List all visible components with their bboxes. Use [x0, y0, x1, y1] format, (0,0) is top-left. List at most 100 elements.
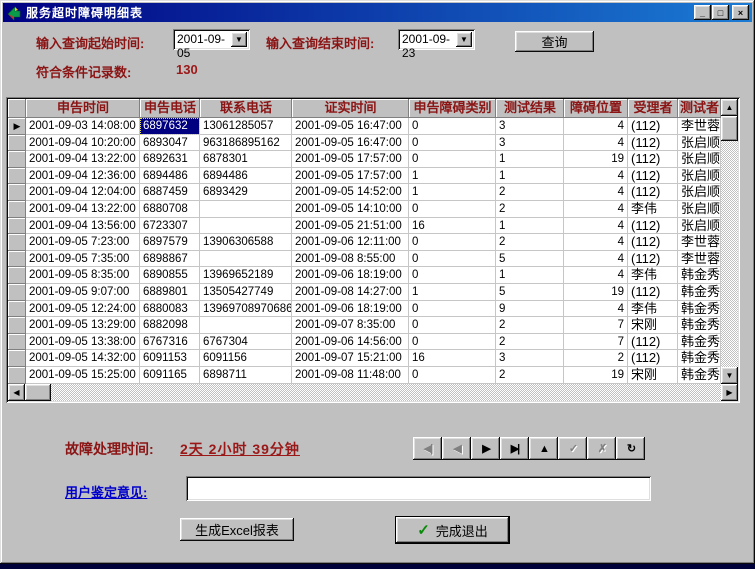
grid-cell[interactable]: 13505427749: [200, 284, 292, 301]
scroll-up-button[interactable]: ▲: [721, 99, 738, 116]
grid-cell[interactable]: 2001-09-06 18:19:00: [292, 267, 409, 284]
grid-cell[interactable]: 2001-09-05 17:57:00: [292, 151, 409, 168]
refresh-records-button[interactable]: ↻: [616, 437, 645, 460]
grid-cell[interactable]: 韩金秀: [678, 350, 721, 367]
grid-cell[interactable]: (112): [628, 184, 678, 201]
column-header[interactable]: 联系电话: [200, 99, 292, 118]
grid-cell[interactable]: 6091156: [200, 350, 292, 367]
grid-cell[interactable]: 4: [564, 234, 628, 251]
grid-cell[interactable]: 6890855: [140, 267, 200, 284]
grid-cell[interactable]: (112): [628, 151, 678, 168]
grid-cell[interactable]: 0: [409, 334, 496, 351]
grid-cell[interactable]: 0: [409, 234, 496, 251]
end-date-combobox[interactable]: 2001-09-23 ▼: [398, 29, 475, 50]
grid-cell[interactable]: 李伟: [628, 201, 678, 218]
row-indicator[interactable]: [8, 301, 26, 318]
grid-cell[interactable]: 2001-09-05 14:10:00: [292, 201, 409, 218]
grid-cell[interactable]: 5: [496, 251, 564, 268]
grid-cell[interactable]: 1: [496, 218, 564, 235]
horizontal-scrollbar[interactable]: ◀ ▶: [8, 384, 738, 401]
start-date-dropdown-button[interactable]: ▼: [231, 32, 247, 47]
column-header[interactable]: 申告障碍类别: [409, 99, 496, 118]
grid-cell[interactable]: 张启顺: [678, 201, 721, 218]
maximize-button[interactable]: □: [712, 5, 729, 20]
grid-cell[interactable]: 李世蓉: [678, 251, 721, 268]
grid-cell[interactable]: 0: [409, 317, 496, 334]
post-edit-button[interactable]: ✓: [558, 437, 587, 460]
grid-cell[interactable]: 2: [496, 201, 564, 218]
row-indicator[interactable]: [8, 284, 26, 301]
last-record-button[interactable]: ▶|: [500, 437, 529, 460]
grid-cell[interactable]: 7: [564, 334, 628, 351]
grid-cell[interactable]: 1: [496, 151, 564, 168]
grid-cell[interactable]: 韩金秀: [678, 267, 721, 284]
grid-cell[interactable]: 139697089706866: [200, 301, 292, 318]
grid-cell[interactable]: 6892631: [140, 151, 200, 168]
grid-cell[interactable]: 宋刚: [628, 317, 678, 334]
grid-cell[interactable]: 6767316: [140, 334, 200, 351]
row-indicator[interactable]: [8, 218, 26, 235]
scroll-down-button[interactable]: ▼: [721, 367, 738, 384]
title-bar[interactable]: 服务超时障碍明细表 _ □ ×: [3, 3, 752, 22]
grid-cell[interactable]: 3: [496, 350, 564, 367]
grid-cell[interactable]: 1: [496, 267, 564, 284]
column-header[interactable]: 申告时间: [26, 99, 140, 118]
column-header[interactable]: 测试结果: [496, 99, 564, 118]
grid-cell[interactable]: 2001-09-05 13:29:00: [26, 317, 140, 334]
grid-cell[interactable]: 6898867: [140, 251, 200, 268]
grid-cell[interactable]: 19: [564, 151, 628, 168]
row-indicator[interactable]: [8, 135, 26, 152]
grid-cell[interactable]: 6894486: [140, 168, 200, 185]
grid-cell[interactable]: 2001-09-06 14:56:00: [292, 334, 409, 351]
grid-cell[interactable]: (112): [628, 284, 678, 301]
grid-cell[interactable]: 6894486: [200, 168, 292, 185]
grid-cell[interactable]: 2: [496, 184, 564, 201]
row-indicator[interactable]: [8, 267, 26, 284]
grid-cell[interactable]: 0: [409, 267, 496, 284]
row-indicator[interactable]: [8, 234, 26, 251]
grid-cell[interactable]: 6091165: [140, 367, 200, 384]
grid-cell[interactable]: 2001-09-07 15:21:00: [292, 350, 409, 367]
vertical-scrollbar-track[interactable]: [721, 141, 738, 367]
grid-cell[interactable]: 19: [564, 367, 628, 384]
grid-cell[interactable]: 4: [564, 135, 628, 152]
row-indicator[interactable]: [8, 317, 26, 334]
grid-cell[interactable]: 2001-09-04 12:36:00: [26, 168, 140, 185]
grid-cell[interactable]: 韩金秀: [678, 301, 721, 318]
grid-cell[interactable]: 6897632: [140, 118, 200, 135]
grid-cell[interactable]: 张启顺: [678, 168, 721, 185]
grid-cell[interactable]: 2001-09-03 14:08:00: [26, 118, 140, 135]
grid-cell[interactable]: 2001-09-07 8:35:00: [292, 317, 409, 334]
prior-record-button[interactable]: ◀: [442, 437, 471, 460]
vertical-scrollbar-thumb[interactable]: [721, 116, 738, 141]
minimize-button[interactable]: _: [694, 5, 711, 20]
grid-cell[interactable]: 0: [409, 251, 496, 268]
grid-cell[interactable]: (112): [628, 218, 678, 235]
column-header[interactable]: 证实时间: [292, 99, 409, 118]
grid-cell[interactable]: 4: [564, 168, 628, 185]
grid-cell[interactable]: 6880083: [140, 301, 200, 318]
query-button[interactable]: 查询: [515, 31, 594, 52]
grid-cell[interactable]: 3: [496, 118, 564, 135]
grid-cell[interactable]: [200, 317, 292, 334]
grid-cell[interactable]: 李世蓉: [678, 234, 721, 251]
grid-cell[interactable]: 2001-09-06 12:11:00: [292, 234, 409, 251]
grid-cell[interactable]: (112): [628, 334, 678, 351]
horizontal-scrollbar-track[interactable]: [51, 384, 721, 401]
column-header[interactable]: 障碍位置: [564, 99, 628, 118]
grid-cell[interactable]: 李世蓉: [678, 118, 721, 135]
grid-cell[interactable]: 6889801: [140, 284, 200, 301]
grid-cell[interactable]: 1: [409, 168, 496, 185]
grid-cell[interactable]: 2001-09-05 14:32:00: [26, 350, 140, 367]
grid-cell[interactable]: 0: [409, 118, 496, 135]
column-header[interactable]: 受理者: [628, 99, 678, 118]
current-row-indicator-icon[interactable]: ▶: [8, 118, 26, 135]
grid-cell[interactable]: 4: [564, 301, 628, 318]
grid-cell[interactable]: 13061285057: [200, 118, 292, 135]
grid-cell[interactable]: 2001-09-04 13:22:00: [26, 201, 140, 218]
grid-cell[interactable]: 4: [564, 267, 628, 284]
grid-cell[interactable]: 963186895162: [200, 135, 292, 152]
grid-cell[interactable]: 2001-09-05 15:25:00: [26, 367, 140, 384]
grid-cell[interactable]: 2001-09-05 13:38:00: [26, 334, 140, 351]
grid-cell[interactable]: 韩金秀: [678, 284, 721, 301]
